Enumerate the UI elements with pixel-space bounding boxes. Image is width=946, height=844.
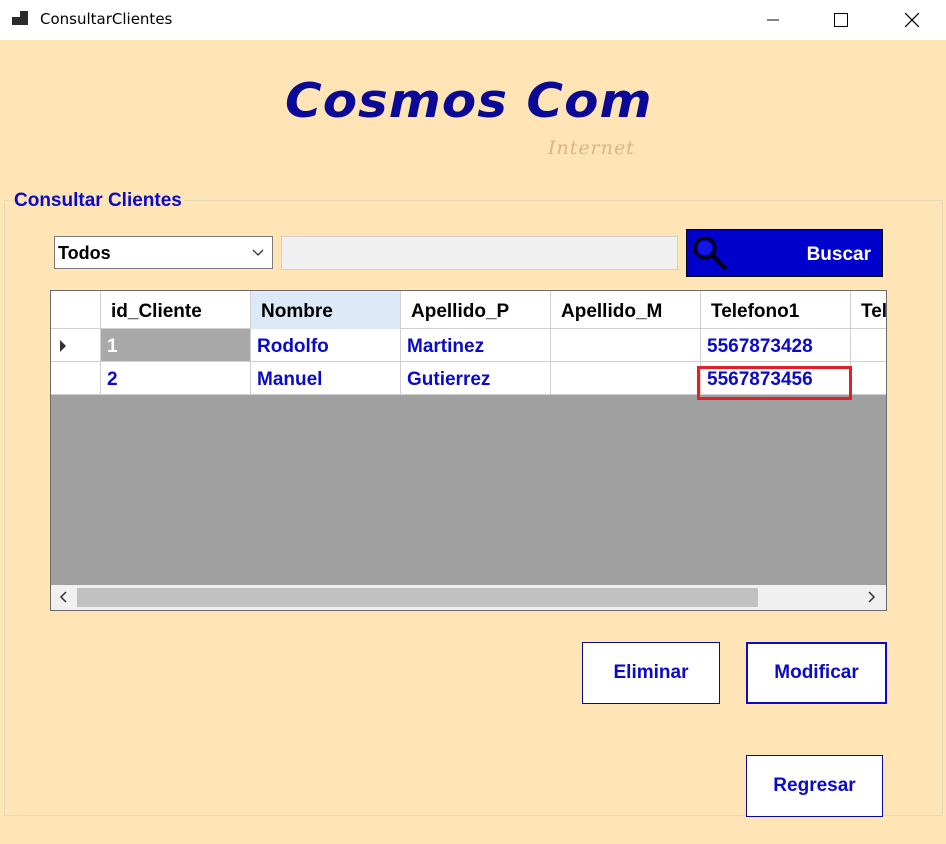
column-header-nombre[interactable]: Nombre [251,291,401,329]
group-title: Consultar Clientes [14,190,184,212]
minimize-button[interactable] [750,0,796,40]
chevron-right-icon[interactable] [864,590,878,604]
buscar-label: Buscar [806,244,871,265]
column-header-apellido-p[interactable]: Apellido_P [401,291,551,329]
highlight-box [697,366,852,400]
row-header-corner [51,291,101,329]
table-row[interactable]: 1 Rodolfo Martinez 5567873428 [51,329,886,362]
search-icon [693,236,727,270]
app-icon [12,11,30,27]
maximize-button[interactable] [818,0,864,40]
minimize-icon [767,19,779,21]
column-header-telefono1[interactable]: Telefono1 [701,291,851,329]
close-button[interactable] [889,0,935,40]
column-header-apellido-m[interactable]: Apellido_M [551,291,701,329]
chevron-left-icon[interactable] [57,590,71,604]
regresar-button[interactable]: Regresar [746,755,883,817]
grid-header: id_Cliente Nombre Apellido_P Apellido_M … [51,291,886,329]
title-bar: ConsultarClientes [0,0,946,40]
clientes-grid[interactable]: id_Cliente Nombre Apellido_P Apellido_M … [50,290,887,611]
cell-nombre[interactable]: Manuel [251,362,401,394]
horizontal-scrollbar[interactable] [51,585,886,610]
scrollbar-thumb[interactable] [77,588,758,607]
cell-apellido-p[interactable]: Martinez [401,329,551,361]
buscar-button[interactable]: Buscar [686,229,883,277]
maximize-icon [834,13,848,27]
filter-selected-value: Todos [58,243,111,263]
row-header[interactable] [51,362,101,394]
column-header-tel[interactable]: Tel [851,291,886,329]
current-row-icon [60,340,66,352]
cell-apellido-m[interactable] [551,362,701,394]
eliminar-button[interactable]: Eliminar [582,642,720,704]
cell-id-cliente[interactable]: 2 [101,362,251,394]
modificar-button[interactable]: Modificar [746,642,887,704]
cell-tel[interactable] [851,329,886,361]
filter-select[interactable]: Todos [54,236,273,269]
cell-id-cliente[interactable]: 1 [101,329,251,361]
cell-tel[interactable] [851,362,886,394]
logo-subtitle: Internet [548,137,635,159]
close-icon [905,13,919,27]
cell-nombre[interactable]: Rodolfo [251,329,401,361]
cell-telefono1[interactable]: 5567873428 [701,329,851,361]
search-input[interactable] [281,236,678,270]
cell-apellido-p[interactable]: Gutierrez [401,362,551,394]
window-title: ConsultarClientes [40,10,173,28]
row-header[interactable] [51,329,101,361]
column-header-id-cliente[interactable]: id_Cliente [101,291,251,329]
logo-title: Cosmos Com [285,73,653,129]
cell-apellido-m[interactable] [551,329,701,361]
chevron-down-icon [252,249,264,256]
